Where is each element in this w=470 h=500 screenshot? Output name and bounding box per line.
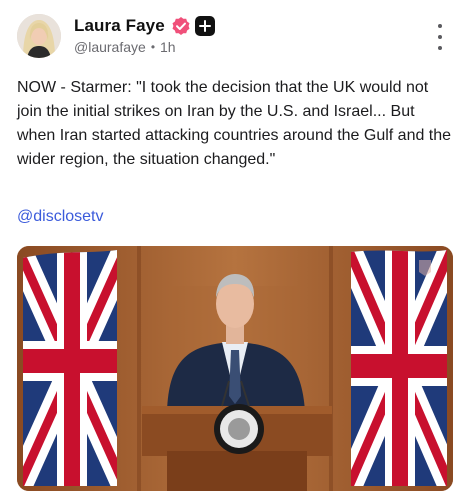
media-video[interactable] [17,246,453,491]
lectern [142,404,332,491]
avatar-image [17,14,61,58]
mention-link[interactable]: @disclosetv [17,206,104,228]
meta-row: @laurafaye • 1h [74,39,215,55]
avatar[interactable] [17,14,61,58]
post-card: Laura Faye @laurafaye • 1h NOW - Starmer… [0,0,470,500]
union-flag-left [23,250,117,486]
video-frame [17,246,453,491]
post-text: NOW - Starmer: "I took the decision that… [17,79,452,168]
handle[interactable]: @laurafaye [74,39,146,55]
meta-separator: • [150,40,156,54]
post-header: Laura Faye @laurafaye • 1h [74,15,215,55]
name-row: Laura Faye [74,15,215,37]
union-flag-right [351,250,447,486]
more-vertical-icon[interactable] [430,24,450,50]
verified-badge-icon [172,17,190,35]
display-name[interactable]: Laura Faye [74,16,165,36]
plus-badge-icon [194,16,215,36]
timestamp[interactable]: 1h [160,39,176,55]
